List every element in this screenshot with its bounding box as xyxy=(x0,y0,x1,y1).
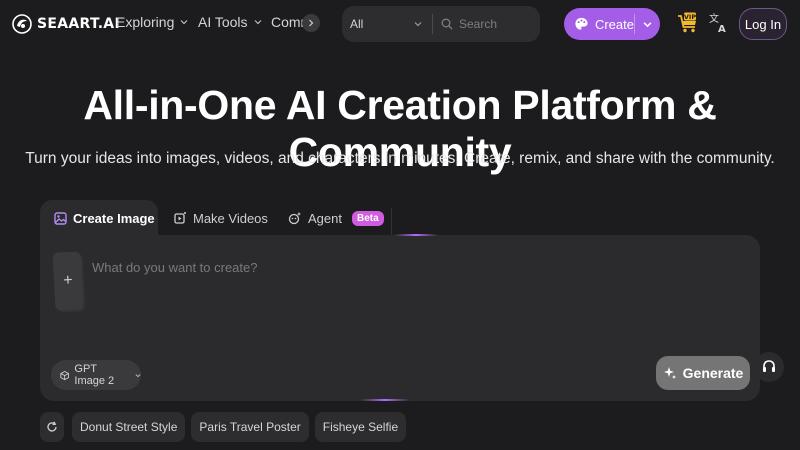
login-button[interactable]: Log In xyxy=(739,8,787,40)
search-icon xyxy=(441,18,453,30)
create-button-label: Create xyxy=(594,16,634,32)
tab-create-image[interactable]: Create Image xyxy=(40,200,158,236)
prompt-input[interactable] xyxy=(92,257,732,277)
tab-label: Create Image xyxy=(73,210,155,226)
model-selector[interactable]: GPT Image 2 xyxy=(51,360,141,390)
logo-icon xyxy=(12,14,32,34)
search-category-select[interactable]: All xyxy=(342,17,432,31)
nav-item-label: AI Tools xyxy=(198,14,248,30)
refresh-suggestions-button[interactable] xyxy=(40,412,64,442)
search-input[interactable]: Search xyxy=(433,17,497,31)
nav-item-exploring[interactable]: Exploring xyxy=(116,14,188,30)
nav-item-ai-tools[interactable]: AI Tools xyxy=(198,14,262,30)
create-button[interactable]: Create xyxy=(564,8,660,40)
chevron-down-icon xyxy=(414,22,422,27)
search-category-value: All xyxy=(350,17,364,31)
suggestion-chip[interactable]: Donut Street Style xyxy=(72,412,186,442)
tab-label: Make Videos xyxy=(193,210,268,226)
chevron-down-icon xyxy=(135,373,141,377)
create-dropdown-toggle[interactable] xyxy=(635,20,660,29)
search-placeholder: Search xyxy=(459,17,498,31)
palette-icon xyxy=(575,17,588,30)
model-label: GPT Image 2 xyxy=(74,363,115,387)
chevron-down-icon xyxy=(180,20,188,25)
generate-label: Generate xyxy=(682,365,744,381)
vip-cart-icon[interactable]: VIP xyxy=(677,12,699,34)
chevron-right-icon xyxy=(309,19,314,27)
svg-text:VIP: VIP xyxy=(684,13,696,21)
tab-label: Agent xyxy=(308,210,342,226)
suggestion-chip[interactable]: Fisheye Selfie xyxy=(314,412,407,442)
image-icon xyxy=(54,211,67,225)
beta-badge: Beta xyxy=(351,210,384,226)
create-button-main[interactable]: Create xyxy=(564,16,634,32)
cube-icon xyxy=(60,370,69,380)
search-bar: All Search xyxy=(342,6,540,42)
chevron-down-icon xyxy=(643,21,652,27)
tab-agent[interactable]: Agent Beta xyxy=(270,200,392,236)
nav-item-label: Exploring xyxy=(116,14,175,30)
sparkle-icon xyxy=(663,367,676,379)
panel-glow-accent xyxy=(394,234,438,236)
support-button[interactable] xyxy=(754,352,784,382)
top-header: SEAART.AI Exploring AI Tools Comm All Se… xyxy=(0,0,800,48)
plus-icon: + xyxy=(62,271,74,290)
hero-subtitle: Turn your ideas into images, videos, and… xyxy=(25,150,775,167)
nav-scroll-right-button[interactable] xyxy=(302,14,320,32)
chevron-down-icon xyxy=(254,20,261,25)
tab-make-videos[interactable]: Make Videos xyxy=(158,200,270,236)
video-icon xyxy=(174,211,186,224)
refresh-icon xyxy=(47,421,57,432)
upload-image-button[interactable]: + xyxy=(52,251,84,311)
agent-icon xyxy=(288,212,301,225)
suggestion-chips: Donut Street Style Paris Travel Poster F… xyxy=(72,412,407,442)
panel-glow-accent-bottom xyxy=(360,399,410,401)
creation-tabs: Create Image Make Videos Agent Beta xyxy=(40,200,392,236)
logo-text: SEAART.AI xyxy=(37,16,120,32)
suggestion-chip[interactable]: Paris Travel Poster xyxy=(191,412,309,442)
headset-icon xyxy=(763,360,775,372)
logo[interactable]: SEAART.AI xyxy=(12,12,120,36)
svg-text:A: A xyxy=(718,24,726,34)
generate-button[interactable]: Generate xyxy=(656,356,750,390)
translate-icon[interactable]: 文 A xyxy=(708,12,728,34)
